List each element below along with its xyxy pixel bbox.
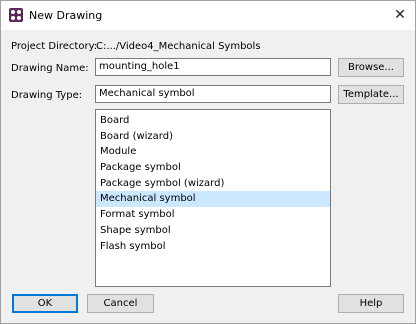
list-item[interactable]: Package symbol (96, 160, 330, 176)
drawing-name-label: Drawing Name: (11, 63, 89, 74)
list-item[interactable]: Format symbol (96, 207, 330, 223)
browse-button[interactable]: Browse... (338, 58, 404, 77)
drawing-type-input[interactable]: Mechanical symbol (95, 85, 331, 103)
list-item[interactable]: Package symbol (wizard) (96, 176, 330, 192)
project-directory-value: C:.../Video4_Mechanical Symbols (96, 41, 261, 52)
list-item[interactable]: Board (96, 113, 330, 129)
list-item[interactable]: Mechanical symbol (96, 191, 330, 208)
list-item[interactable]: Module (96, 144, 330, 160)
window-title: New Drawing (29, 9, 103, 22)
drawing-name-input[interactable]: mounting_hole1 (95, 58, 331, 76)
list-item[interactable]: Shape symbol (96, 223, 330, 239)
list-item[interactable]: Flash symbol (96, 239, 330, 255)
drawing-type-list[interactable]: Board Board (wizard) Module Package symbol P… (95, 109, 331, 287)
help-button[interactable]: Help (338, 294, 404, 313)
template-button[interactable]: Template... (338, 85, 404, 104)
title-bar: New Drawing ✕ (1, 1, 415, 30)
close-icon[interactable]: ✕ (385, 1, 415, 30)
list-item[interactable]: Board (wizard) (96, 129, 330, 145)
app-icon (9, 8, 23, 22)
drawing-type-label: Drawing Type: (11, 90, 83, 101)
cancel-button[interactable]: Cancel (87, 294, 154, 313)
ok-button[interactable]: OK (12, 294, 78, 313)
project-directory-label: Project Directory: (11, 41, 98, 52)
new-drawing-dialog: New Drawing ✕ Project Directory: C:.../V… (0, 0, 416, 324)
